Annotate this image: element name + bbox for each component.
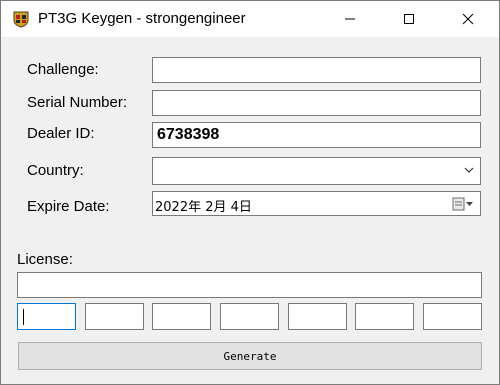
close-icon [462, 13, 474, 25]
challenge-label: Challenge: [27, 61, 99, 78]
license-segment-2[interactable] [85, 303, 144, 330]
license-segment-5[interactable] [288, 303, 347, 330]
country-label: Country: [27, 162, 84, 179]
close-button[interactable] [445, 1, 491, 37]
title-bar[interactable]: PT3G Keygen - strongengineer [1, 1, 499, 37]
serial-number-label: Serial Number: [27, 94, 128, 111]
maximize-icon [404, 14, 414, 24]
minimize-icon [345, 18, 355, 20]
license-segment-7[interactable] [423, 303, 482, 330]
license-segment-6[interactable] [355, 303, 414, 330]
generate-button[interactable]: Generate [18, 342, 482, 370]
chevron-down-icon [464, 167, 474, 173]
text-caret [23, 309, 24, 325]
license-segment-4[interactable] [220, 303, 279, 330]
maximize-button[interactable] [386, 1, 432, 37]
license-output[interactable] [17, 272, 482, 298]
keygen-window: PT3G Keygen - strongengineer Challenge: … [0, 0, 500, 385]
license-label: License: [17, 251, 73, 268]
dealer-id-label: Dealer ID: [27, 125, 95, 142]
porsche-crest-icon [13, 11, 29, 28]
dealer-id-value: 6738398 [157, 126, 220, 143]
license-segment-3[interactable] [152, 303, 211, 330]
minimize-button[interactable] [327, 1, 373, 37]
expire-date-value: 2022年 2月 4日 [155, 200, 252, 215]
country-select[interactable] [152, 157, 481, 185]
calendar-dropdown-icon[interactable] [452, 197, 474, 211]
license-segment-1[interactable] [17, 303, 76, 330]
dealer-id-input[interactable]: 6738398 [152, 122, 481, 148]
expire-date-picker[interactable]: 2022年 2月 4日 [152, 191, 481, 216]
challenge-input[interactable] [152, 57, 481, 83]
serial-number-input[interactable] [152, 90, 481, 116]
expire-date-label: Expire Date: [27, 198, 110, 215]
window-title: PT3G Keygen - strongengineer [38, 10, 246, 27]
generate-button-label: Generate [223, 350, 277, 363]
